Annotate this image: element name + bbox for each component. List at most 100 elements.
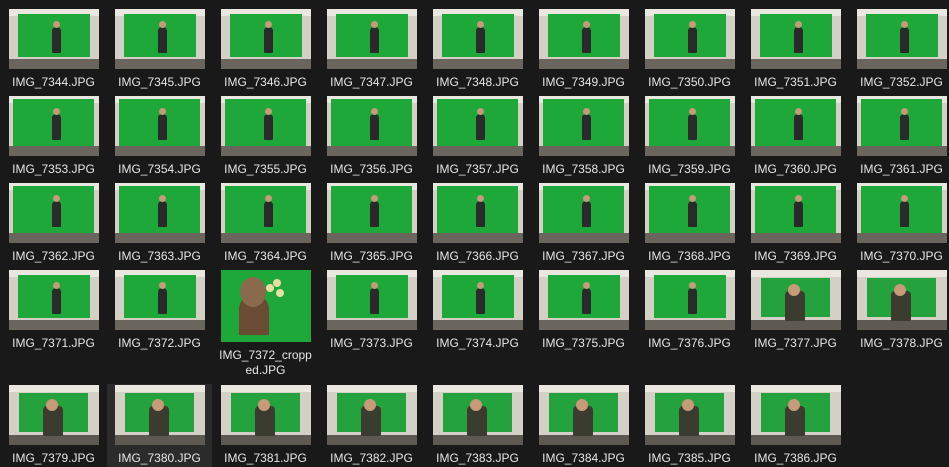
file-item[interactable]: IMG_7369.JPG bbox=[743, 182, 848, 265]
file-name: IMG_7350.JPG bbox=[648, 75, 731, 89]
file-name: IMG_7385.JPG bbox=[648, 451, 731, 465]
file-item[interactable]: IMG_7347.JPG bbox=[319, 8, 424, 91]
file-item[interactable]: IMG_7360.JPG bbox=[743, 95, 848, 178]
file-item[interactable]: IMG_7351.JPG bbox=[743, 8, 848, 91]
file-item[interactable]: IMG_7367.JPG bbox=[531, 182, 636, 265]
file-item[interactable]: IMG_7363.JPG bbox=[107, 182, 212, 265]
file-name: IMG_7368.JPG bbox=[648, 249, 731, 263]
file-name: IMG_7353.JPG bbox=[12, 162, 95, 176]
file-item[interactable]: IMG_7352.JPG bbox=[849, 8, 949, 91]
file-item[interactable]: IMG_7372.JPG bbox=[107, 269, 212, 352]
file-name: IMG_7376.JPG bbox=[648, 336, 731, 350]
file-item[interactable]: IMG_7373.JPG bbox=[319, 269, 424, 352]
thumbnail-image bbox=[8, 183, 99, 243]
file-item[interactable]: IMG_7376.JPG bbox=[637, 269, 742, 352]
thumbnail-image bbox=[750, 270, 841, 330]
file-name: IMG_7345.JPG bbox=[118, 75, 201, 89]
file-item[interactable]: IMG_7385.JPG bbox=[637, 384, 742, 467]
file-item[interactable]: IMG_7381.JPG bbox=[213, 384, 318, 467]
file-item[interactable]: IMG_7384.JPG bbox=[531, 384, 636, 467]
file-name: IMG_7383.JPG bbox=[436, 451, 519, 465]
thumbnail-image bbox=[856, 183, 947, 243]
thumbnail-image bbox=[114, 96, 205, 156]
file-item[interactable]: IMG_7357.JPG bbox=[425, 95, 530, 178]
file-item[interactable]: IMG_7364.JPG bbox=[213, 182, 318, 265]
file-name: IMG_7359.JPG bbox=[648, 162, 731, 176]
file-name: IMG_7356.JPG bbox=[330, 162, 413, 176]
file-item[interactable]: IMG_7365.JPG bbox=[319, 182, 424, 265]
file-item[interactable]: IMG_7370.JPG bbox=[849, 182, 949, 265]
file-item[interactable]: IMG_7383.JPG bbox=[425, 384, 530, 467]
thumbnail-image bbox=[8, 9, 99, 69]
file-item[interactable]: IMG_7354.JPG bbox=[107, 95, 212, 178]
thumbnail-image bbox=[644, 96, 735, 156]
file-name: IMG_7349.JPG bbox=[542, 75, 625, 89]
file-item[interactable]: IMG_7362.JPG bbox=[1, 182, 106, 265]
file-item[interactable]: IMG_7358.JPG bbox=[531, 95, 636, 178]
thumbnail-image bbox=[326, 183, 417, 243]
file-item[interactable]: IMG_7378.JPG bbox=[849, 269, 949, 352]
file-item[interactable]: IMG_7386.JPG bbox=[743, 384, 848, 467]
thumbnail-image bbox=[220, 9, 311, 69]
file-item[interactable]: IMG_7382.JPG bbox=[319, 384, 424, 467]
file-name: IMG_7357.JPG bbox=[436, 162, 519, 176]
file-item[interactable]: IMG_7348.JPG bbox=[425, 8, 530, 91]
file-item[interactable]: IMG_7375.JPG bbox=[531, 269, 636, 352]
file-item[interactable]: IMG_7359.JPG bbox=[637, 95, 742, 178]
file-item[interactable]: IMG_7377.JPG bbox=[743, 269, 848, 352]
thumbnail-image bbox=[750, 385, 841, 445]
thumbnail-image bbox=[644, 270, 735, 330]
file-item[interactable]: IMG_7346.JPG bbox=[213, 8, 318, 91]
thumbnail-image bbox=[220, 385, 311, 445]
file-name: IMG_7374.JPG bbox=[436, 336, 519, 350]
thumbnail-image bbox=[326, 9, 417, 69]
file-name: IMG_7382.JPG bbox=[330, 451, 413, 465]
file-item[interactable]: IMG_7345.JPG bbox=[107, 8, 212, 91]
thumbnail-image bbox=[538, 9, 629, 69]
file-name: IMG_7373.JPG bbox=[330, 336, 413, 350]
thumbnail-image bbox=[326, 385, 417, 445]
thumbnail-image bbox=[538, 96, 629, 156]
thumbnail-image bbox=[432, 270, 523, 330]
file-item[interactable]: IMG_7350.JPG bbox=[637, 8, 742, 91]
thumbnail-image bbox=[750, 183, 841, 243]
file-item[interactable]: IMG_7349.JPG bbox=[531, 8, 636, 91]
file-name: IMG_7380.JPG bbox=[118, 451, 201, 465]
thumbnail-image bbox=[114, 270, 205, 330]
file-item[interactable]: IMG_7361.JPG bbox=[849, 95, 949, 178]
file-item[interactable]: IMG_7353.JPG bbox=[1, 95, 106, 178]
thumbnail-image bbox=[220, 183, 311, 243]
thumbnail-image bbox=[750, 9, 841, 69]
file-item[interactable]: IMG_7374.JPG bbox=[425, 269, 530, 352]
thumbnail-image bbox=[432, 385, 523, 445]
file-name: IMG_7361.JPG bbox=[860, 162, 943, 176]
file-item[interactable]: IMG_7344.JPG bbox=[1, 8, 106, 91]
thumbnail-image bbox=[114, 183, 205, 243]
file-item[interactable]: IMG_7380.JPG bbox=[107, 384, 212, 467]
thumbnail-image bbox=[856, 9, 947, 69]
file-name: IMG_7375.JPG bbox=[542, 336, 625, 350]
file-name: IMG_7344.JPG bbox=[12, 75, 95, 89]
file-name: IMG_7384.JPG bbox=[542, 451, 625, 465]
file-item[interactable]: IMG_7372_cropped.JPG bbox=[213, 269, 318, 379]
file-name: IMG_7377.JPG bbox=[754, 336, 837, 350]
file-item[interactable]: IMG_7356.JPG bbox=[319, 95, 424, 178]
file-item[interactable]: IMG_7379.JPG bbox=[1, 384, 106, 467]
thumbnail-image bbox=[538, 385, 629, 445]
thumbnail-image bbox=[220, 270, 311, 342]
thumbnail-image bbox=[644, 385, 735, 445]
thumbnail-image bbox=[114, 385, 205, 445]
thumbnail-image bbox=[8, 385, 99, 445]
thumbnail-image bbox=[432, 9, 523, 69]
file-name: IMG_7378.JPG bbox=[860, 336, 943, 350]
file-item[interactable]: IMG_7366.JPG bbox=[425, 182, 530, 265]
thumbnail-image bbox=[326, 96, 417, 156]
file-item[interactable]: IMG_7355.JPG bbox=[213, 95, 318, 178]
thumbnail-image bbox=[538, 183, 629, 243]
file-item[interactable]: IMG_7371.JPG bbox=[1, 269, 106, 352]
file-item[interactable]: IMG_7368.JPG bbox=[637, 182, 742, 265]
file-name: IMG_7372.JPG bbox=[118, 336, 201, 350]
file-grid: IMG_7344.JPG IMG_7345.JPG IMG_7346.JPG IMG_… bbox=[0, 0, 949, 467]
thumbnail-image bbox=[538, 270, 629, 330]
thumbnail-image bbox=[8, 96, 99, 156]
